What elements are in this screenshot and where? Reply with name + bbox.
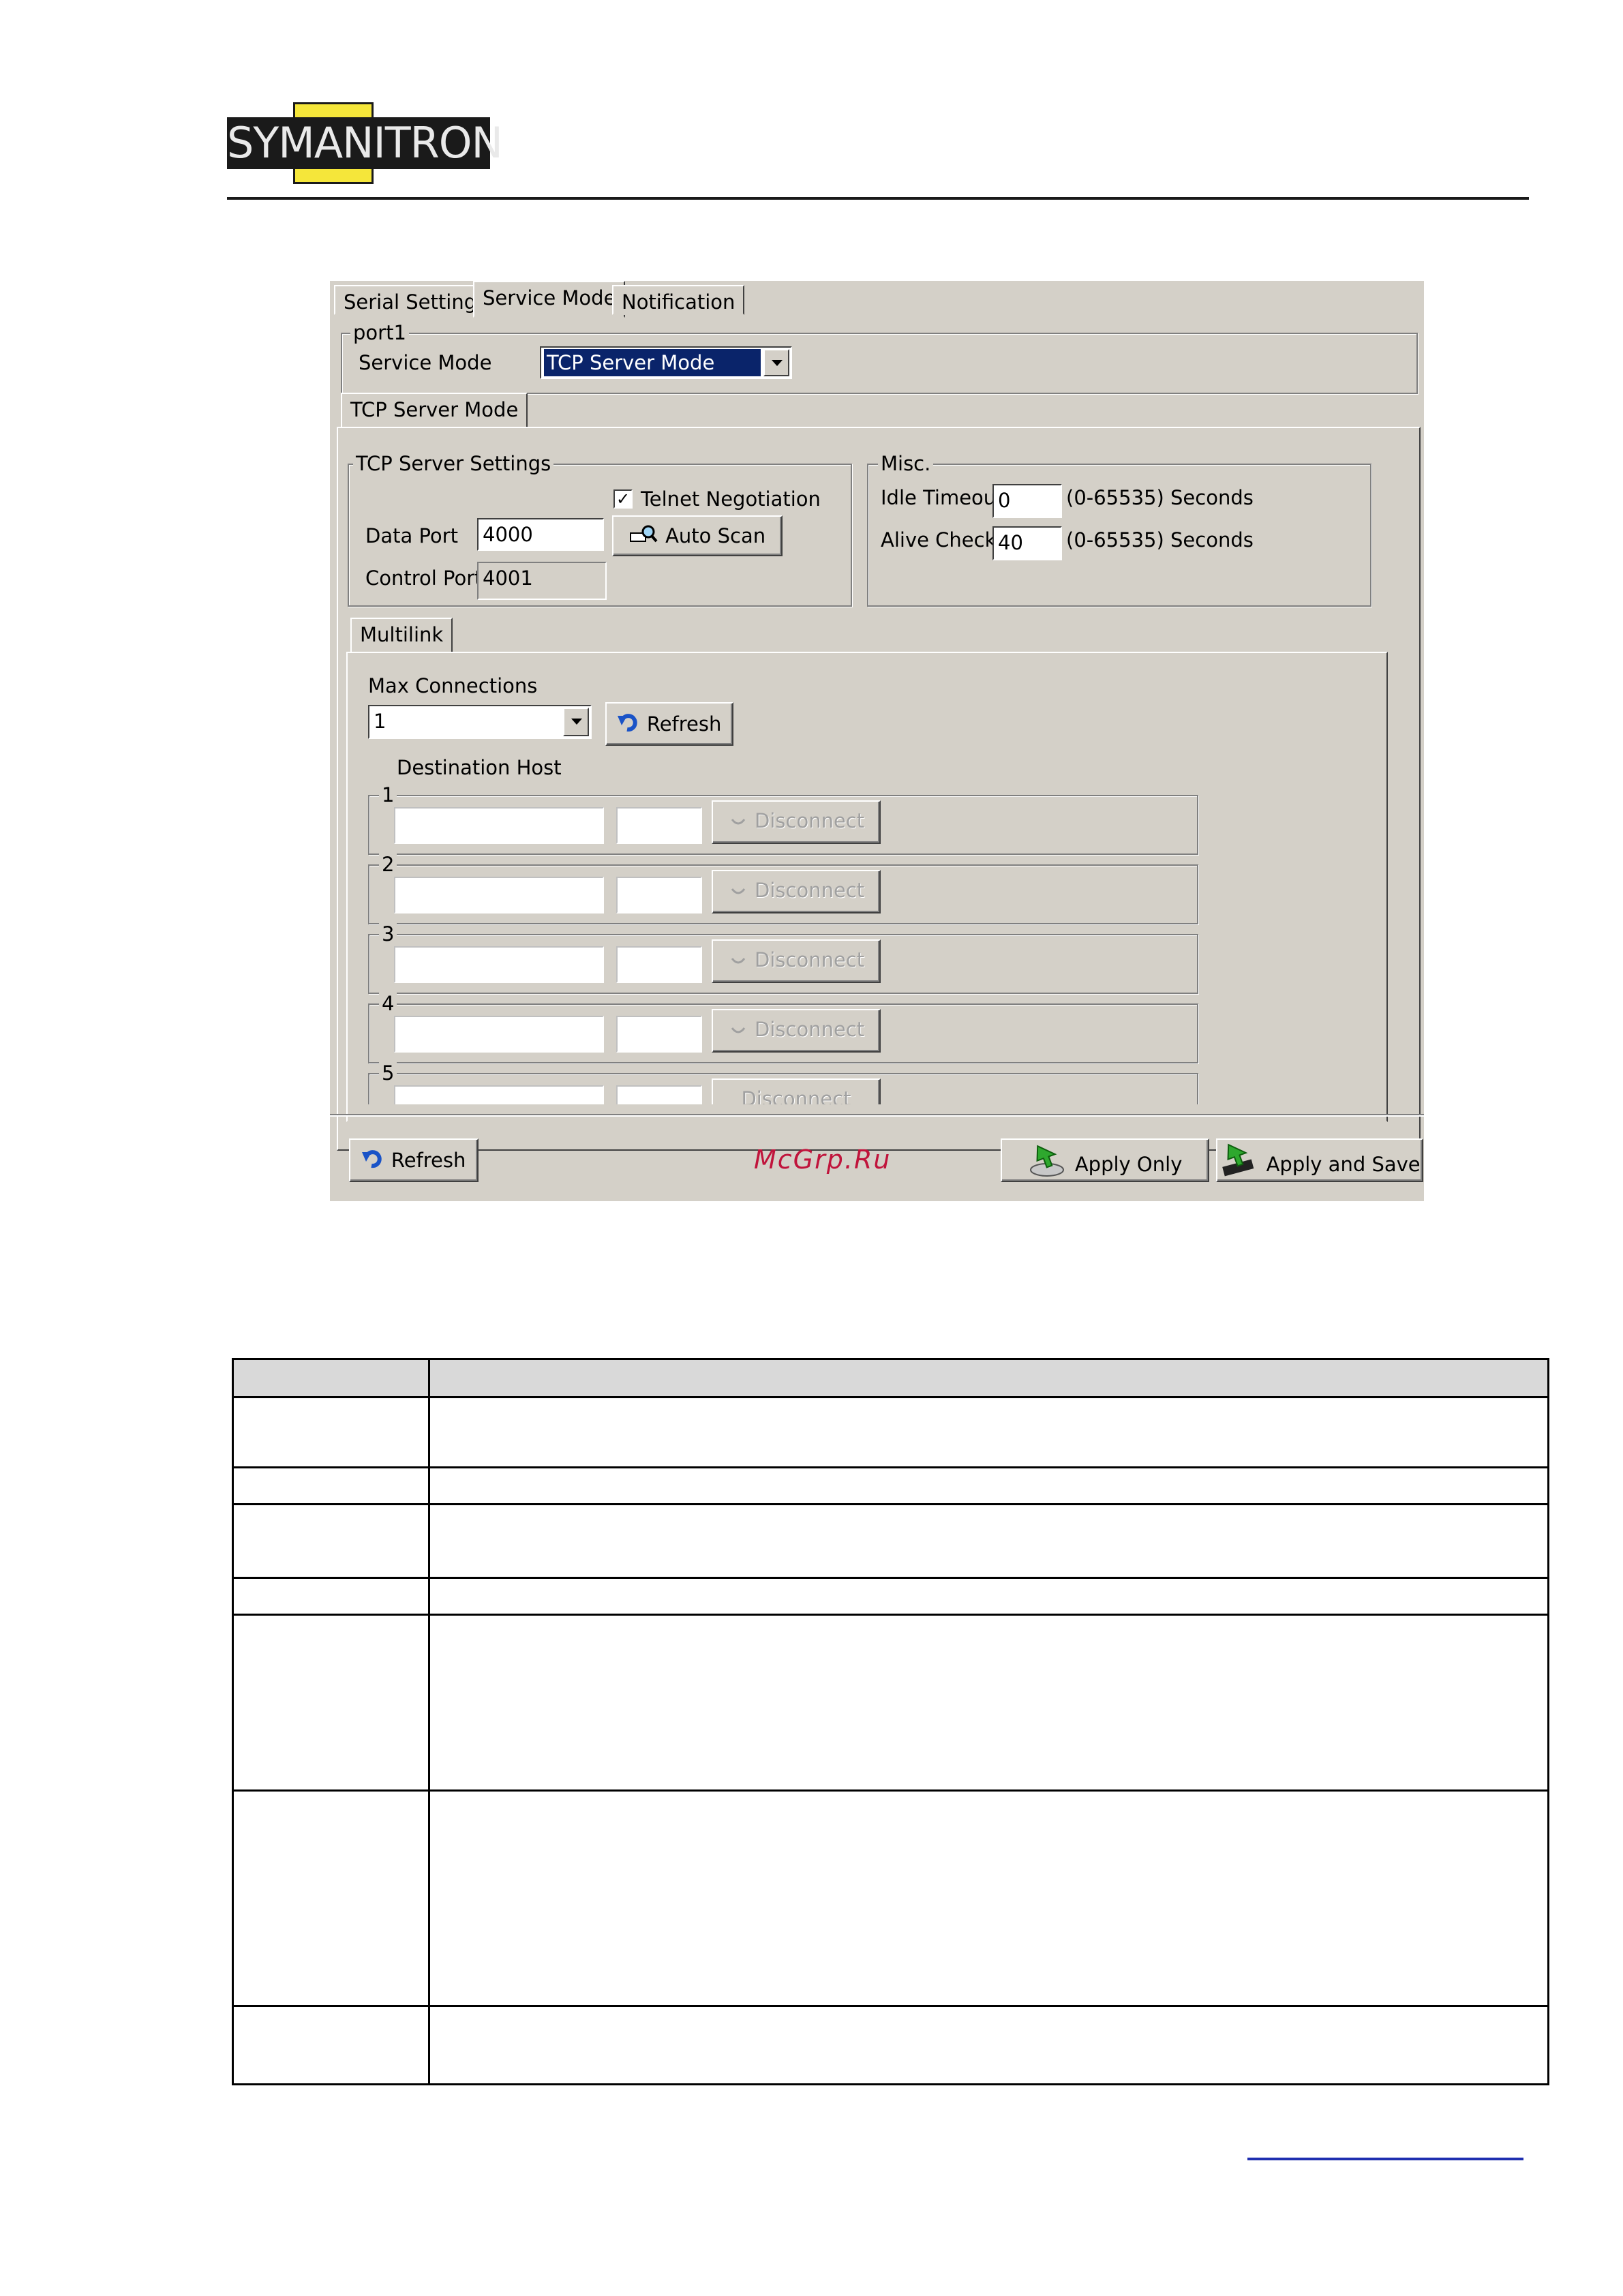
- disconnect-icon: [728, 942, 748, 980]
- table-row-divider: [234, 1466, 1547, 1468]
- table-row-divider: [234, 1789, 1547, 1792]
- port-legend: port1: [350, 322, 409, 344]
- telnet-checkbox[interactable]: ✓: [613, 489, 633, 509]
- refresh-icon: [361, 1141, 385, 1182]
- bottom-refresh-button[interactable]: Refresh: [349, 1138, 479, 1182]
- disconnect-label: Disconnect: [755, 809, 865, 832]
- service-mode-select[interactable]: TCP Server Mode: [540, 346, 792, 379]
- disconnect-icon: [728, 1012, 748, 1050]
- destination-row: 2 Disconnect: [368, 854, 1198, 924]
- data-port-label: Data Port: [365, 524, 458, 547]
- disconnect-button[interactable]: Disconnect: [712, 939, 881, 983]
- bottom-separator: [330, 1114, 1424, 1117]
- destination-host-input[interactable]: [394, 1085, 604, 1104]
- disconnect-label: Disconnect: [755, 879, 865, 902]
- chip-arrow-icon: [1219, 1140, 1260, 1192]
- destination-row-clip: 5 Disconnect: [368, 1062, 1201, 1104]
- port-group: port1 Service Mode TCP Server Mode: [341, 322, 1418, 394]
- footer-link-underline[interactable]: [1247, 2158, 1523, 2160]
- destination-host-input[interactable]: [394, 877, 604, 913]
- auto-scan-button[interactable]: Auto Scan: [612, 515, 783, 556]
- bottom-refresh-label: Refresh: [391, 1149, 466, 1172]
- control-port-field: 4001: [477, 562, 607, 600]
- multilink-refresh-button[interactable]: Refresh: [605, 702, 733, 746]
- table-row-divider: [234, 1577, 1547, 1579]
- chevron-down-icon[interactable]: [563, 708, 589, 736]
- destination-port-input[interactable]: [616, 1016, 702, 1053]
- alive-check-input[interactable]: 40: [992, 526, 1062, 560]
- tcp-server-settings-legend: TCP Server Settings: [353, 453, 554, 474]
- disk-arrow-icon: [1028, 1140, 1069, 1192]
- service-mode-value: TCP Server Mode: [544, 349, 761, 376]
- disconnect-label: Disconnect: [755, 1018, 865, 1041]
- alive-check-label: Alive Check: [881, 528, 997, 552]
- destination-host-input[interactable]: [394, 946, 604, 983]
- destination-row: 4 Disconnect: [368, 993, 1198, 1063]
- chevron-down-icon[interactable]: [763, 349, 789, 376]
- idle-timeout-label: Idle Timeout: [881, 486, 1004, 509]
- brand-logo: SYMANITRON: [227, 102, 503, 184]
- destination-row: 3 Disconnect: [368, 923, 1198, 994]
- max-connections-select[interactable]: 1: [368, 705, 592, 739]
- service-mode-label: Service Mode: [359, 351, 492, 374]
- idle-timeout-range: (0-65535) Seconds: [1066, 486, 1254, 509]
- max-connections-label: Max Connections: [368, 674, 538, 697]
- table-row-divider: [234, 1503, 1547, 1505]
- disconnect-button[interactable]: Disconnect: [712, 1078, 881, 1104]
- disconnect-button[interactable]: Disconnect: [712, 1009, 881, 1053]
- tab-multilink[interactable]: Multilink: [350, 618, 453, 653]
- destination-row-number: 2: [379, 854, 397, 875]
- table-row-divider: [234, 1614, 1547, 1616]
- destination-row: 5 Disconnect: [368, 1062, 1198, 1104]
- disconnect-icon: [728, 803, 748, 841]
- destination-row-number: 5: [379, 1062, 397, 1084]
- destination-row: 1 Disconnect: [368, 784, 1198, 855]
- destination-row-number: 3: [379, 923, 397, 945]
- tab-notification[interactable]: Notification: [612, 285, 745, 315]
- header-rule: [227, 197, 1529, 200]
- multilink-refresh-label: Refresh: [646, 712, 722, 736]
- misc-group: Misc. Idle Timeout 0 (0-65535) Seconds A…: [867, 453, 1371, 607]
- destination-port-input[interactable]: [616, 877, 702, 913]
- disconnect-label: Disconnect: [755, 948, 865, 971]
- tab-tcp-server-mode[interactable]: TCP Server Mode: [341, 393, 528, 428]
- disconnect-label: Disconnect: [741, 1087, 851, 1104]
- max-connections-value: 1: [374, 710, 386, 733]
- misc-legend: Misc.: [878, 453, 934, 474]
- telnet-label: Telnet Negotiation: [641, 487, 821, 511]
- disconnect-icon: [728, 873, 748, 911]
- table-header-row: [234, 1360, 1547, 1396]
- magnifier-icon: [629, 518, 659, 556]
- table-row-divider: [234, 2005, 1547, 2007]
- watermark-text: McGrp.Ru: [754, 1145, 892, 1175]
- destination-row-number: 4: [379, 993, 397, 1014]
- destination-port-input[interactable]: [616, 946, 702, 983]
- control-port-label: Control Port: [365, 567, 483, 590]
- tab-serial-settings[interactable]: Serial Settings: [334, 285, 497, 315]
- destination-host-input[interactable]: [394, 1016, 604, 1053]
- data-port-input[interactable]: 4000: [477, 518, 604, 551]
- description-table: [232, 1358, 1549, 2085]
- apply-only-label: Apply Only: [1074, 1153, 1183, 1176]
- destination-host-label: Destination Host: [397, 756, 562, 779]
- idle-timeout-input[interactable]: 0: [992, 484, 1062, 518]
- disconnect-button[interactable]: Disconnect: [712, 870, 881, 913]
- table-row-divider: [234, 1396, 1547, 1398]
- apply-and-save-button[interactable]: Apply and Save: [1216, 1138, 1423, 1182]
- table-column-divider: [428, 1360, 430, 2083]
- disconnect-button[interactable]: Disconnect: [712, 800, 881, 844]
- logo-text: SYMANITRON: [227, 118, 503, 168]
- alive-check-range: (0-65535) Seconds: [1066, 528, 1254, 552]
- config-window: Serial Settings Service Mode Notificatio…: [330, 281, 1424, 1201]
- tcp-server-settings-group: TCP Server Settings ✓ Telnet Negotiation…: [348, 453, 852, 607]
- refresh-icon: [617, 705, 641, 746]
- destination-port-input[interactable]: [616, 807, 702, 844]
- destination-row-number: 1: [379, 784, 397, 806]
- tab-service-mode[interactable]: Service Mode: [473, 281, 626, 318]
- auto-scan-label: Auto Scan: [665, 524, 766, 547]
- apply-and-save-label: Apply and Save: [1266, 1153, 1421, 1176]
- apply-only-button[interactable]: Apply Only: [1001, 1138, 1209, 1182]
- destination-port-input[interactable]: [616, 1085, 702, 1104]
- destination-host-input[interactable]: [394, 807, 604, 844]
